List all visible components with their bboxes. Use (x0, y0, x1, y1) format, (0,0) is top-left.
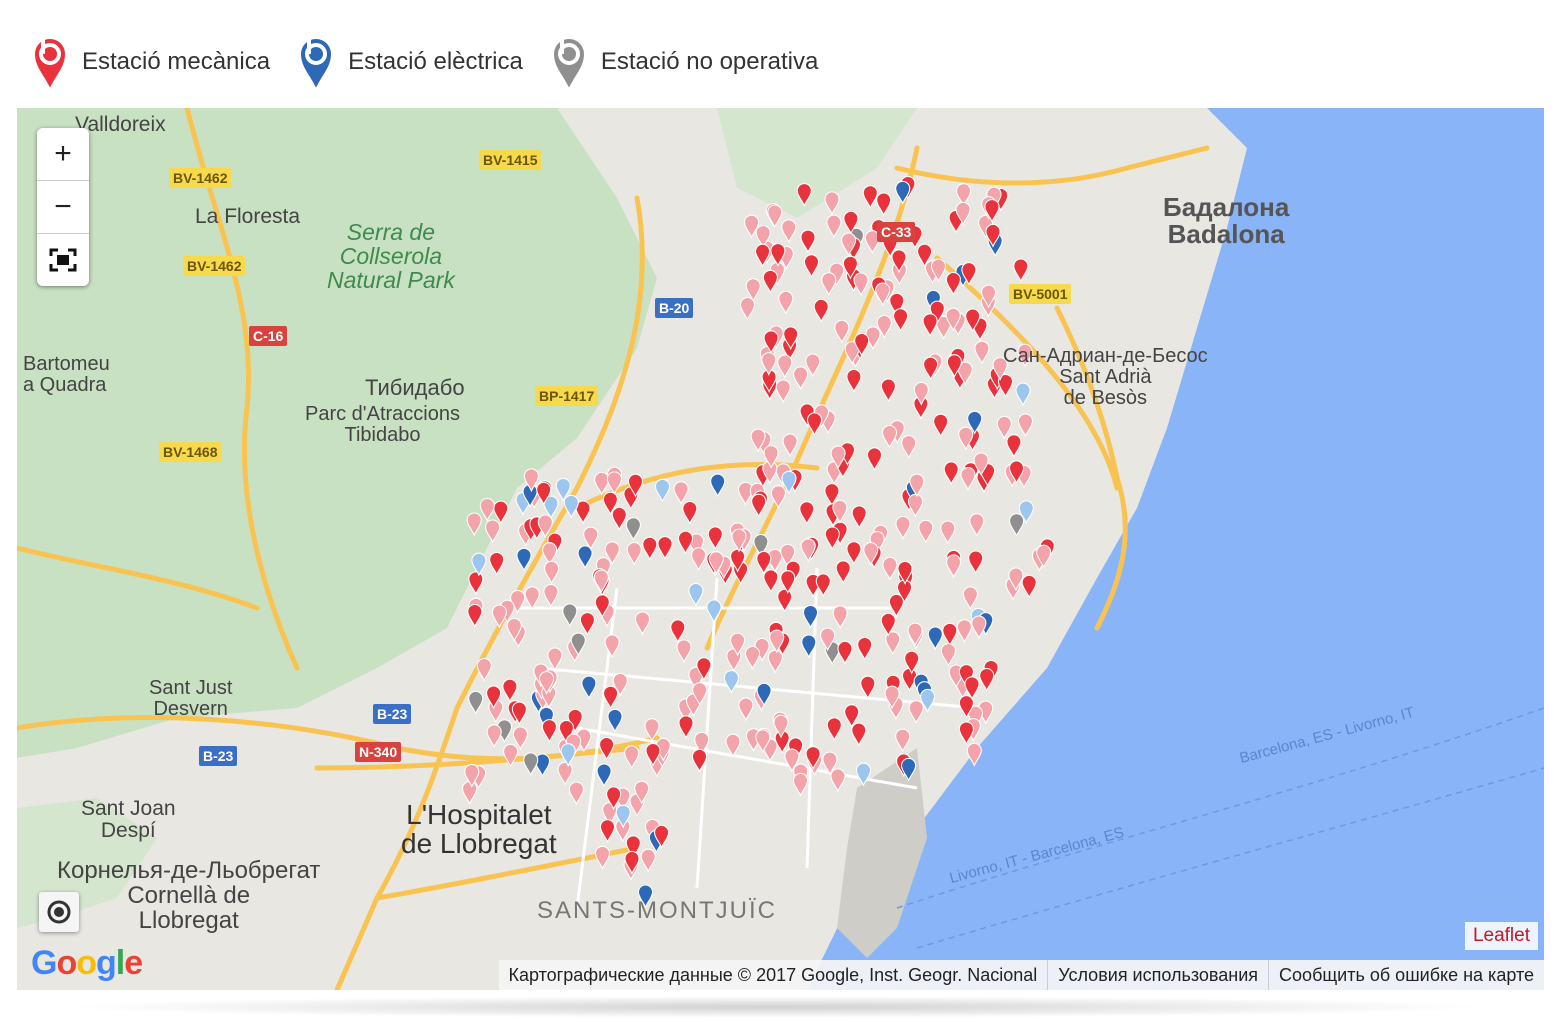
road-shield-bp1417: BP-1417 (535, 386, 599, 406)
crosshair-icon (47, 900, 71, 924)
legend-item-electric: Estació elèctrica (296, 32, 523, 92)
terms-link[interactable]: Условия использования (1047, 960, 1268, 990)
map-canvas[interactable]: Valldoreix La Floresta Serra de Collsero… (17, 108, 1544, 990)
road-shield-n340: N-340 (355, 742, 402, 762)
place-label-badalona: Бадалона Badalona (1163, 192, 1290, 250)
place-label-bartomeu: Bartomeu a Quadra (23, 353, 110, 396)
road-shield-bv5001: BV-5001 (1009, 284, 1072, 304)
map-attribution: Картографические данные © 2017 Google, I… (498, 960, 1544, 990)
road-shield-b23-b: B-23 (199, 746, 238, 766)
mechanical-station-icon (32, 37, 68, 92)
electric-station-icon (299, 37, 334, 92)
place-label-tibidabo: Parc d'Atraccions Tibidabo (305, 403, 460, 446)
legend-label-electric: Estació elèctrica (348, 48, 523, 75)
place-label-tibidabo-ru: Тибидабо (365, 375, 465, 400)
google-logo: Google (31, 944, 143, 982)
place-label-sant-adria: Сан-Адриан-де-Бесос Sant Adrià de Besòs (1003, 345, 1208, 409)
place-label-cornella: Корнелья-де-Льобрегат Cornellà de Llobre… (57, 857, 321, 935)
map-data-attribution: Картографические данные © 2017 Google, I… (508, 965, 1038, 985)
road-shield-c16: C-16 (249, 326, 288, 346)
place-label-sant-joan: Sant Joan Despí (81, 797, 176, 843)
zoom-control: + − (37, 128, 89, 286)
report-error-link[interactable]: Сообщить об ошибке на карте (1268, 960, 1544, 990)
zoom-out-button[interactable]: − (37, 181, 89, 234)
legend-item-inactive: Estació no operativa (549, 32, 818, 92)
road-shield-bv1468: BV-1468 (159, 442, 222, 462)
locate-button[interactable] (39, 892, 79, 932)
legend-item-mechanical: Estació mecànica (30, 32, 270, 92)
road-shield-c33: C-33 (877, 222, 916, 242)
road-shield-b20: B-20 (655, 298, 694, 318)
leaflet-link[interactable]: Leaflet (1464, 922, 1538, 950)
road-shield-bv1415: BV-1415 (479, 150, 542, 170)
road-shield-b23-a: B-23 (373, 704, 412, 724)
fullscreen-button[interactable] (37, 234, 89, 286)
place-label-hospitalet: L'Hospitalet de Llobregat (401, 799, 557, 860)
road-shield-bv1462-a: BV-1462 (169, 168, 232, 188)
fullscreen-icon (49, 248, 77, 272)
legend-label-inactive: Estació no operativa (600, 48, 819, 75)
road-shield-bv1462-b: BV-1462 (183, 256, 246, 276)
inactive-station-icon (551, 37, 586, 92)
map-legend: Estació mecànica Estació elèctrica Estac… (30, 30, 844, 94)
place-label-sant-just: Sant Just Desvern (149, 677, 233, 720)
map-shadow (60, 996, 1490, 1018)
place-label-collserola: Serra de Collserola Natural Park (327, 219, 455, 294)
legend-label-mechanical: Estació mecànica (82, 48, 271, 75)
place-label-sants: SANTS-MONTJUÏC (537, 897, 777, 924)
place-label-la-floresta: La Floresta (195, 205, 301, 228)
zoom-in-button[interactable]: + (37, 128, 89, 181)
